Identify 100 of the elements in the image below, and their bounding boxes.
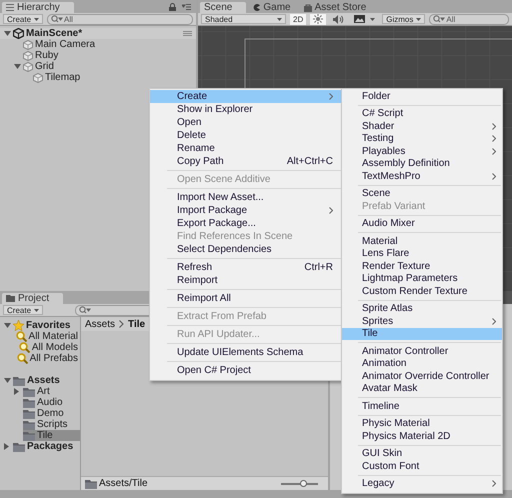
- tree-item[interactable]: Scripts: [23, 419, 80, 430]
- shading-dropdown[interactable]: Shaded: [201, 14, 286, 24]
- speaker-icon: [333, 14, 344, 24]
- chevron-icon: [119, 320, 124, 328]
- search-field[interactable]: All: [429, 14, 509, 24]
- tab[interactable]: Game: [249, 2, 297, 13]
- menu-item[interactable]: Shader: [342, 120, 502, 132]
- menu-item[interactable]: Select Dependencies: [150, 243, 342, 256]
- menu-icon[interactable]: [182, 4, 191, 10]
- menu-item[interactable]: Animator Controller: [342, 345, 502, 358]
- menu-item[interactable]: Open: [150, 116, 342, 129]
- menu-item[interactable]: Update UIElements Schema: [150, 346, 342, 359]
- menu-item[interactable]: Assembly Definition: [342, 158, 502, 170]
- menu-item[interactable]: Physics Material 2D: [342, 430, 502, 442]
- menu-item[interactable]: Material: [342, 235, 502, 248]
- menu-item[interactable]: Reimport All: [150, 292, 342, 305]
- menu-item[interactable]: GUI Skin: [342, 448, 502, 460]
- cube-icon: [33, 72, 43, 82]
- tree-item[interactable]: Packages: [13, 441, 80, 452]
- tree-item[interactable]: Tile: [23, 430, 80, 441]
- menu-item[interactable]: Animation: [342, 358, 502, 370]
- tree-item[interactable]: All Prefabs: [16, 353, 80, 364]
- caret-icon: [416, 18, 422, 20]
- menu-item[interactable]: Testing: [342, 132, 502, 145]
- project-tab[interactable]: Project: [2, 293, 64, 304]
- slider-thumb[interactable]: [300, 480, 308, 486]
- menu-item[interactable]: Lightmap Parameters: [342, 272, 502, 285]
- bag-icon: [304, 4, 312, 12]
- shortcut-label: Ctrl+R: [304, 262, 333, 273]
- tree-item[interactable]: Grid: [23, 61, 196, 72]
- tree-item[interactable]: Demo: [23, 408, 80, 419]
- search-icon: [79, 306, 92, 314]
- menu-item[interactable]: C# Script: [342, 108, 502, 120]
- collapse-arrow-icon[interactable]: [14, 388, 19, 395]
- breadcrumb-link[interactable]: Tile: [128, 318, 146, 330]
- menu-item[interactable]: Delete: [150, 129, 342, 142]
- menu-item[interactable]: Legacy: [342, 478, 502, 490]
- tree-item[interactable]: Art: [23, 386, 80, 397]
- tab[interactable]: Asset Store: [300, 2, 372, 13]
- search-icon: [16, 353, 28, 364]
- tree-item[interactable]: Tilemap: [33, 72, 196, 83]
- menu-item[interactable]: Playables: [342, 145, 502, 158]
- menu-item[interactable]: Rename: [150, 142, 342, 155]
- menu-item[interactable]: Copy Path Alt+Ctrl+C: [150, 155, 342, 168]
- toggle-button[interactable]: [310, 14, 326, 24]
- menu-item[interactable]: Audio Mixer: [342, 218, 502, 230]
- folder-icon: [23, 430, 35, 440]
- menu-item[interactable]: Folder: [342, 90, 502, 102]
- tree-item[interactable]: MainScene*: [13, 28, 183, 39]
- tree-item[interactable]: Main Camera: [23, 39, 196, 50]
- menu-icon[interactable]: [183, 31, 192, 36]
- menu-item[interactable]: TextMeshPro: [342, 170, 502, 182]
- menu-item[interactable]: Avatar Mask: [342, 382, 502, 395]
- menu-item[interactable]: Sprites: [342, 315, 502, 328]
- toggle-button[interactable]: 2D: [290, 14, 306, 24]
- expand-arrow-icon[interactable]: [4, 323, 11, 328]
- expand-arrow-icon[interactable]: [4, 378, 11, 383]
- search-icon: [16, 331, 27, 342]
- menu-item[interactable]: Import New Asset...: [150, 191, 342, 204]
- menu-item[interactable]: Custom Render Texture: [342, 285, 502, 298]
- collapse-arrow-icon[interactable]: [4, 443, 9, 450]
- menu-item[interactable]: Physic Material: [342, 418, 502, 430]
- menu-item[interactable]: Timeline: [342, 400, 502, 412]
- menu-item[interactable]: Show in Explorer: [150, 103, 342, 116]
- menu-item[interactable]: Animator Override Controller: [342, 370, 502, 382]
- tree-item[interactable]: Ruby: [23, 50, 196, 61]
- search-icon: [433, 15, 446, 23]
- expand-arrow-icon[interactable]: [14, 64, 21, 69]
- tree-item[interactable]: Assets: [13, 375, 80, 386]
- menu-item[interactable]: Export Package...: [150, 217, 342, 230]
- search-icon: [51, 15, 64, 23]
- create-button[interactable]: Create: [3, 14, 44, 24]
- menu-item[interactable]: Lens Flare: [342, 248, 502, 260]
- menu-item[interactable]: Reimport: [150, 274, 342, 287]
- breadcrumb-link[interactable]: Assets: [85, 318, 116, 330]
- expand-arrow-icon[interactable]: [4, 31, 11, 36]
- menu-item[interactable]: Scene: [342, 188, 502, 200]
- folder-icon: [6, 295, 15, 302]
- gizmos-dropdown[interactable]: Gizmos: [382, 14, 426, 24]
- folder-icon: [13, 376, 25, 386]
- tab[interactable]: Scene: [200, 2, 246, 13]
- menu-item[interactable]: Create: [150, 90, 342, 103]
- menu-item[interactable]: Refresh Ctrl+R: [150, 261, 342, 274]
- search-field[interactable]: All: [47, 14, 193, 24]
- folder-icon: [23, 386, 35, 396]
- create-button[interactable]: Create: [3, 305, 44, 315]
- tree-item[interactable]: All Material: [16, 331, 80, 342]
- menu-item[interactable]: Open C# Project: [150, 364, 342, 377]
- menu-item[interactable]: Render Texture: [342, 260, 502, 272]
- folder-icon: [23, 420, 35, 430]
- hierarchy-tab[interactable]: Hierarchy: [2, 2, 74, 13]
- menu-item[interactable]: Sprite Atlas: [342, 302, 502, 315]
- tree-item[interactable]: Audio: [23, 397, 80, 408]
- menu-item[interactable]: Import Package: [150, 204, 342, 217]
- menu-item[interactable]: Custom Font: [342, 460, 502, 472]
- tree-item[interactable]: All Models: [18, 342, 80, 353]
- caret-icon: [34, 18, 40, 20]
- menu-item[interactable]: Tile: [342, 328, 502, 340]
- tree-item[interactable]: Favorites: [13, 320, 80, 331]
- lock-icon[interactable]: [169, 2, 176, 10]
